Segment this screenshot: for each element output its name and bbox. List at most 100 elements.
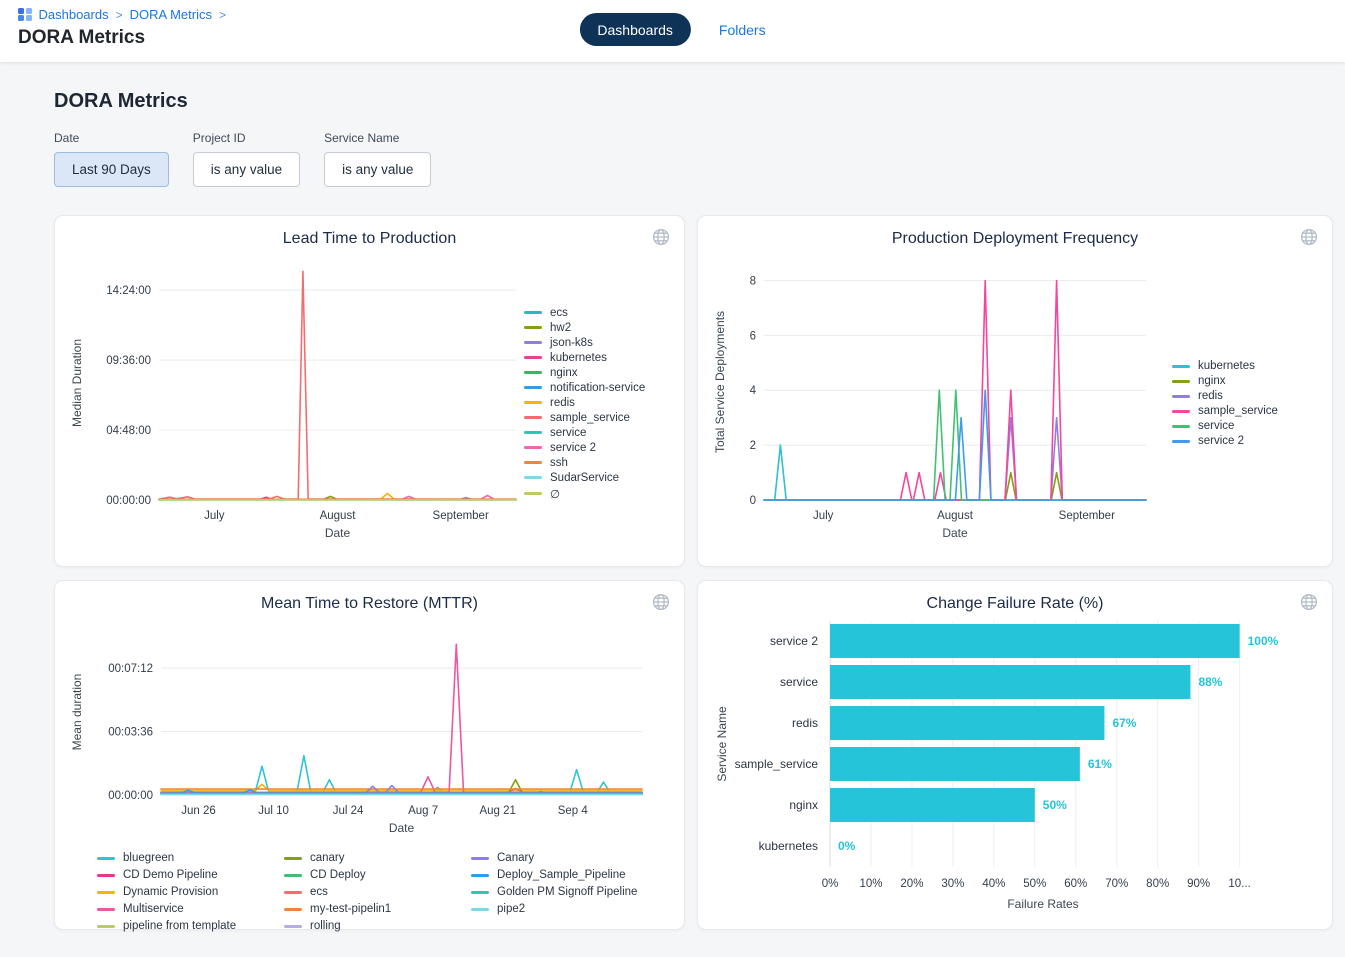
legend-item-deploy-sample-pipeline[interactable]: Deploy_Sample_Pipeline <box>471 869 658 881</box>
legend-item-redis[interactable]: redis <box>524 397 670 409</box>
legend-column: canary CD Deploy ecs my-test-pipelin1 rollin… <box>284 852 471 932</box>
x-tick-label: 90% <box>1187 878 1210 890</box>
x-tick-label: 0% <box>822 878 839 890</box>
legend-item-kubernetes[interactable]: kubernetes <box>1172 360 1318 372</box>
legend-item-service[interactable]: service <box>1172 420 1318 432</box>
value-label: 61% <box>1088 757 1112 771</box>
legend-item-pipe2[interactable]: pipe2 <box>471 903 658 915</box>
legend-item-cd-demo-pipeline[interactable]: CD Demo Pipeline <box>97 869 284 881</box>
legend-item-ecs[interactable]: ecs <box>284 886 471 898</box>
x-tick-label: 80% <box>1146 878 1169 890</box>
filter-project-id-label: Project ID <box>193 131 300 145</box>
y-axis-title: Mean duration <box>70 674 84 751</box>
legend-item-canary[interactable]: Canary <box>471 852 658 864</box>
breadcrumb-separator: > <box>219 8 226 22</box>
card-lead-time-to-production: Lead Time to Production 00:00:0004:48:00… <box>54 215 685 567</box>
legend-item-cd-deploy[interactable]: CD Deploy <box>284 869 471 881</box>
globe-icon-svg <box>652 593 670 611</box>
grid-square <box>18 15 24 21</box>
series-line-redis[interactable] <box>764 418 1146 500</box>
legend-swatch <box>524 416 542 419</box>
globe-icon-svg <box>1300 593 1318 611</box>
legend-item-my-test-pipelin1[interactable]: my-test-pipelin1 <box>284 903 471 915</box>
x-tick-label: July <box>813 510 834 522</box>
series-line-kubernetes[interactable] <box>764 445 1146 500</box>
legend-swatch <box>284 874 302 877</box>
legend-swatch <box>284 925 302 928</box>
series-line-multiservice[interactable] <box>161 644 642 792</box>
legend-label: bluegreen <box>123 852 174 864</box>
legend-item-service[interactable]: service <box>524 427 670 439</box>
legend-item-dynamic-provision[interactable]: Dynamic Provision <box>97 886 284 898</box>
chart-title: Change Failure Rate (%) <box>712 595 1318 613</box>
filter-service-name-value[interactable]: is any value <box>324 152 431 187</box>
top-header: Dashboards > DORA Metrics > DORA Metrics… <box>0 0 1345 62</box>
legend-item-canary[interactable]: canary <box>284 852 471 864</box>
legend-swatch <box>524 371 542 374</box>
legend-item-json-k8s[interactable]: json-k8s <box>524 337 670 349</box>
legend-swatch <box>284 857 302 860</box>
legend-item-rolling[interactable]: rolling <box>284 920 471 932</box>
legend-label: redis <box>1198 390 1223 402</box>
legend-swatch <box>524 386 542 389</box>
category-label: kubernetes <box>759 839 818 853</box>
legend-label: ecs <box>310 886 328 898</box>
legend-item-nginx[interactable]: nginx <box>1172 375 1318 387</box>
globe-icon[interactable] <box>1300 228 1318 246</box>
bar-sample-service[interactable] <box>830 747 1080 781</box>
x-tick-label: August <box>937 510 974 522</box>
globe-icon[interactable] <box>652 593 670 611</box>
legend-item-sudarservice[interactable]: SudarService <box>524 472 670 484</box>
legend-item-service-2[interactable]: service 2 <box>1172 435 1318 447</box>
bar-redis[interactable] <box>830 706 1104 740</box>
legend-item-hw2[interactable]: hw2 <box>524 322 670 334</box>
y-axis-title: Median Duration <box>70 339 84 427</box>
legend-item-empty-set[interactable]: ∅ <box>524 487 670 501</box>
legend-label: ecs <box>550 307 568 319</box>
legend-item-service-2[interactable]: service 2 <box>524 442 670 454</box>
globe-icon[interactable] <box>1300 593 1318 611</box>
category-label: service 2 <box>770 634 818 648</box>
value-label: 100% <box>1248 634 1279 648</box>
series-line-sample-service[interactable] <box>159 271 516 499</box>
grid-square <box>26 15 32 21</box>
x-tick-label: September <box>433 510 489 522</box>
bar-nginx[interactable] <box>830 788 1035 822</box>
series-line-bluegreen[interactable] <box>161 756 642 794</box>
legend-item-pipeline-from-template[interactable]: pipeline from template <box>97 920 284 932</box>
filter-date-value[interactable]: Last 90 Days <box>54 152 169 187</box>
filter-project-id-value[interactable]: is any value <box>193 152 300 187</box>
breadcrumb-dora-metrics[interactable]: DORA Metrics <box>130 7 212 22</box>
chart-title: Mean Time to Restore (MTTR) <box>69 595 670 613</box>
y-tick-label: 00:00:00 <box>108 790 153 802</box>
legend-item-bluegreen[interactable]: bluegreen <box>97 852 284 864</box>
x-tick-label: 10% <box>859 878 882 890</box>
legend-item-nginx[interactable]: nginx <box>524 367 670 379</box>
category-label: sample_service <box>735 757 819 771</box>
breadcrumb-dashboards[interactable]: Dashboards <box>39 7 109 22</box>
legend-item-ecs[interactable]: ecs <box>524 307 670 319</box>
legend-item-ssh[interactable]: ssh <box>524 457 670 469</box>
tab-dashboards[interactable]: Dashboards <box>579 13 691 46</box>
legend-item-notification-service[interactable]: notification-service <box>524 382 670 394</box>
legend-swatch <box>1172 365 1190 368</box>
legend-item-kubernetes[interactable]: kubernetes <box>524 352 670 364</box>
x-tick-label: Jun 26 <box>181 805 216 817</box>
legend-item-redis[interactable]: redis <box>1172 390 1318 402</box>
filters-bar: Date Last 90 Days Project ID is any valu… <box>54 131 1312 187</box>
globe-icon[interactable] <box>652 228 670 246</box>
legend-item-golden-pm-signoff-pipeline[interactable]: Golden PM Signoff Pipeline <box>471 886 658 898</box>
legend-item-sample-service[interactable]: sample_service <box>1172 405 1318 417</box>
filter-project-id: Project ID is any value <box>193 131 300 187</box>
bar-service[interactable] <box>830 665 1190 699</box>
legend-swatch <box>524 401 542 404</box>
card-change-failure-rate: Change Failure Rate (%) 0%10%20%30%40%50… <box>697 580 1333 930</box>
tab-folders[interactable]: Folders <box>719 22 766 38</box>
y-tick-label: 4 <box>750 385 757 397</box>
legend-item-sample-service[interactable]: sample_service <box>524 412 670 424</box>
y-tick-label: 0 <box>750 495 756 507</box>
legend-item-multiservice[interactable]: Multiservice <box>97 903 284 915</box>
legend-label: Multiservice <box>123 903 184 915</box>
legend-label: canary <box>310 852 345 864</box>
bar-service-2[interactable] <box>830 624 1240 658</box>
